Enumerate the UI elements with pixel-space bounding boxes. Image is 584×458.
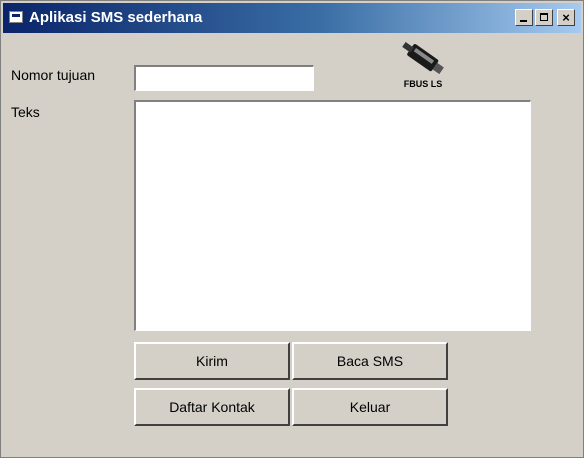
maximize-icon [540, 13, 548, 21]
title-bar[interactable]: Aplikasi SMS sederhana × [3, 3, 581, 33]
baca-sms-button[interactable]: Baca SMS [292, 342, 448, 380]
minimize-icon [520, 20, 527, 22]
nomor-tujuan-label: Nomor tujuan [11, 67, 96, 83]
daftar-kontak-button[interactable]: Daftar Kontak [134, 388, 290, 426]
maximize-button[interactable] [535, 9, 553, 26]
teks-label: Teks [11, 104, 40, 120]
fbus-logo: FBUS LS [393, 39, 453, 89]
nomor-tujuan-input[interactable] [134, 65, 314, 91]
teks-textarea[interactable] [134, 100, 531, 331]
cable-connector-icon [402, 41, 444, 75]
minimize-button[interactable] [515, 9, 533, 26]
app-window: Aplikasi SMS sederhana × Nomor tujuan FB… [0, 0, 584, 458]
close-button[interactable]: × [557, 9, 575, 26]
window-title: Aplikasi SMS sederhana [29, 9, 203, 26]
keluar-button[interactable]: Keluar [292, 388, 448, 426]
kirim-button[interactable]: Kirim [134, 342, 290, 380]
fbus-label: FBUS LS [403, 79, 443, 89]
app-icon [9, 11, 23, 23]
close-icon: × [562, 10, 570, 25]
